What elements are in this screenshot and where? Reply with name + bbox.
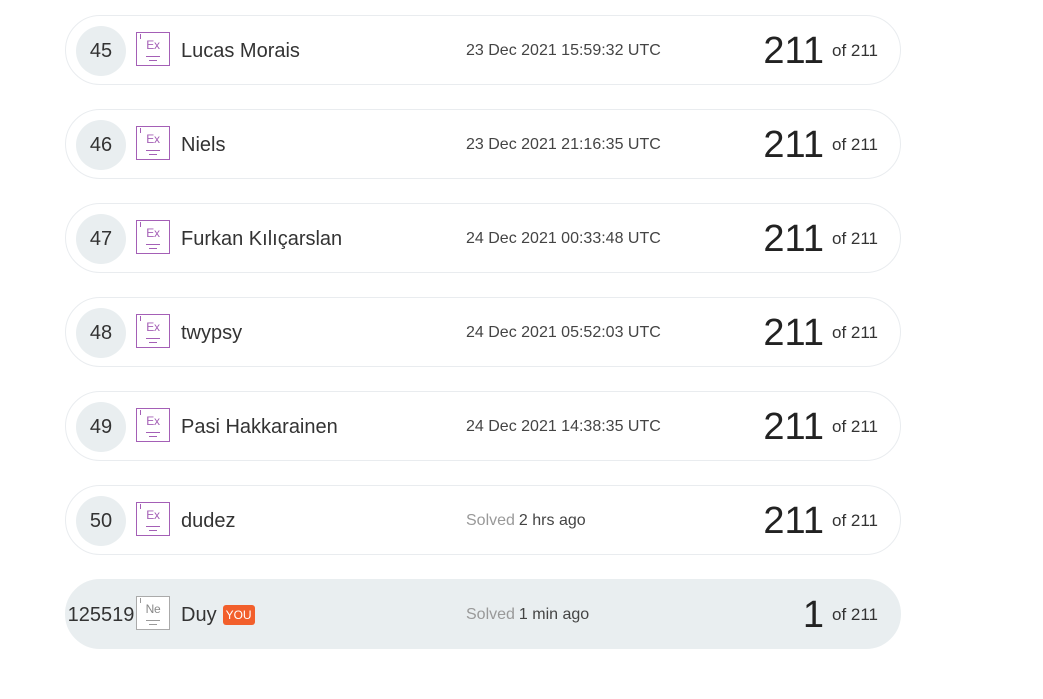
- score-total: of 211: [831, 229, 878, 248]
- player-name[interactable]: Niels: [181, 110, 225, 180]
- rank-number: 48: [76, 308, 126, 358]
- current-user-row[interactable]: 125519 Ne Duy YOU Solved 1 min ago 1 of …: [65, 579, 901, 649]
- rank-number: 49: [76, 402, 126, 452]
- score: 211 of 211: [763, 204, 878, 274]
- score: 211 of 211: [763, 16, 878, 86]
- score: 211 of 211: [763, 392, 878, 462]
- player-name[interactable]: twypsy: [181, 298, 242, 368]
- solve-timestamp: 24 Dec 2021 14:38:35 UTC: [466, 418, 661, 435]
- solve-timestamp: 24 Dec 2021 00:33:48 UTC: [466, 230, 661, 247]
- score-total: of 211: [831, 41, 878, 60]
- you-badge: YOU: [222, 605, 255, 625]
- solved-label: Solved: [466, 606, 515, 623]
- leaderboard-row[interactable]: 48 Ex twypsy 24 Dec 2021 05:52:03 UTC 21…: [65, 297, 901, 367]
- player-name[interactable]: Pasi Hakkarainen: [181, 392, 338, 462]
- leaderboard-row[interactable]: 46 Ex Niels 23 Dec 2021 21:16:35 UTC 211…: [65, 109, 901, 179]
- score-value: 211: [763, 217, 824, 260]
- score-total: of 211: [831, 417, 878, 436]
- level-badge-icon: Ex: [136, 502, 170, 536]
- level-badge-icon: Ex: [136, 32, 170, 66]
- solve-timestamp: 23 Dec 2021 15:59:32 UTC: [466, 42, 661, 59]
- score-total: of 211: [831, 511, 878, 530]
- leaderboard-row[interactable]: 49 Ex Pasi Hakkarainen 24 Dec 2021 14:38…: [65, 391, 901, 461]
- solve-timestamp: 24 Dec 2021 05:52:03 UTC: [466, 324, 661, 341]
- solve-timestamp: Solved 1 min ago: [466, 580, 589, 650]
- leaderboard-row[interactable]: 47 Ex Furkan Kılıçarslan 24 Dec 2021 00:…: [65, 203, 901, 273]
- player-name[interactable]: Duy YOU: [181, 580, 255, 650]
- level-badge-icon: Ne: [136, 596, 170, 630]
- score: 211 of 211: [763, 486, 878, 556]
- player-name[interactable]: Furkan Kılıçarslan: [181, 204, 342, 274]
- score: 211 of 211: [763, 110, 878, 180]
- player-name[interactable]: dudez: [181, 486, 236, 556]
- player-name[interactable]: Lucas Morais: [181, 16, 300, 86]
- level-badge-icon: Ex: [136, 408, 170, 442]
- score-value: 1: [802, 593, 824, 636]
- score-value: 211: [763, 405, 824, 448]
- leaderboard-list: 45 Ex Lucas Morais 23 Dec 2021 15:59:32 …: [0, 0, 1043, 699]
- rank-number: 50: [76, 496, 126, 546]
- solve-timestamp: 23 Dec 2021 21:16:35 UTC: [466, 136, 661, 153]
- player-name-text: Duy: [181, 603, 217, 626]
- score: 1 of 211: [803, 580, 878, 650]
- solved-ago: 2 hrs ago: [518, 512, 586, 529]
- score-value: 211: [763, 29, 824, 72]
- score: 211 of 211: [763, 298, 878, 368]
- score-value: 211: [763, 311, 824, 354]
- rank-number: 125519: [67, 603, 135, 626]
- level-badge-icon: Ex: [136, 314, 170, 348]
- solved-ago: 1 min ago: [518, 606, 590, 623]
- score-total: of 211: [831, 605, 878, 624]
- solved-label: Solved: [466, 512, 515, 529]
- rank-number: 45: [76, 26, 126, 76]
- rank-number: 46: [76, 120, 126, 170]
- level-badge-icon: Ex: [136, 126, 170, 160]
- rank-number: 47: [76, 214, 126, 264]
- leaderboard-row[interactable]: 50 Ex dudez Solved 2 hrs ago 211 of 211: [65, 485, 901, 555]
- solve-timestamp: Solved 2 hrs ago: [466, 486, 586, 556]
- score-total: of 211: [831, 135, 878, 154]
- score-value: 211: [763, 499, 824, 542]
- leaderboard-row[interactable]: 45 Ex Lucas Morais 23 Dec 2021 15:59:32 …: [65, 15, 901, 85]
- level-badge-icon: Ex: [136, 220, 170, 254]
- score-value: 211: [763, 123, 824, 166]
- score-total: of 211: [831, 323, 878, 342]
